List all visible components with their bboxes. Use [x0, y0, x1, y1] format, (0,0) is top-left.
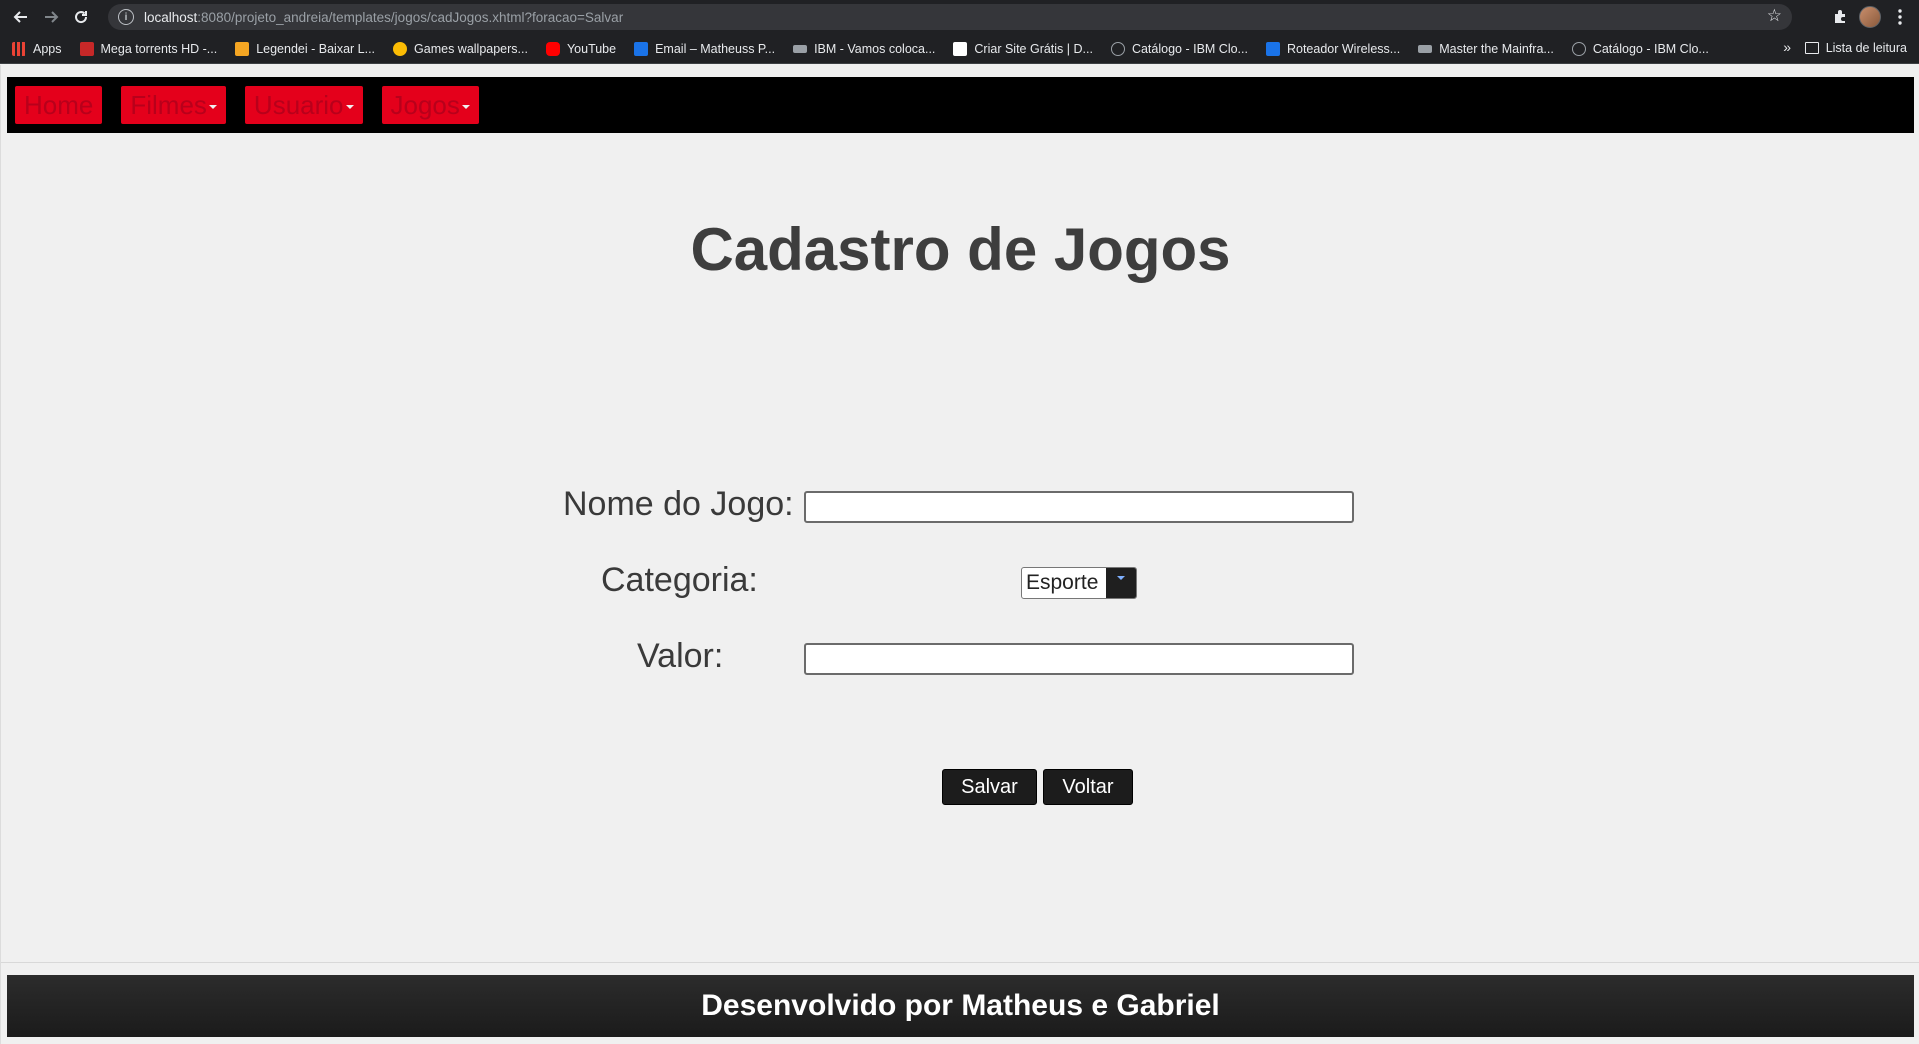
bookmark-item[interactable]: Catálogo - IBM Clo...	[1571, 41, 1709, 56]
address-bar[interactable]: i localhost:8080/projeto_andreia/templat…	[108, 4, 1792, 30]
bookmark-item[interactable]: YouTube	[545, 41, 616, 56]
menu-filmes[interactable]: Filmes	[121, 86, 226, 124]
nome-label: Nome do Jogo:	[563, 485, 794, 523]
nome-input[interactable]	[804, 491, 1354, 523]
bookmark-item[interactable]: Email – Matheuss P...	[634, 41, 775, 56]
back-arrow-icon[interactable]	[6, 2, 36, 32]
reading-list-icon	[1804, 42, 1819, 54]
browser-toolbar: i localhost:8080/projeto_andreia/templat…	[0, 0, 1919, 34]
youtube-icon	[545, 41, 560, 56]
site-info-icon[interactable]: i	[118, 9, 134, 25]
reload-icon[interactable]	[66, 2, 96, 32]
bookmark-item[interactable]: Criar Site Grátis | D...	[953, 41, 1093, 56]
apps-grid-icon	[12, 41, 26, 56]
bookmark-item[interactable]: Apps	[12, 41, 62, 56]
menu-home[interactable]: Home	[15, 86, 103, 124]
dropdown-caret-icon	[345, 105, 354, 109]
page-title: Cadastro de Jogos	[690, 216, 1231, 283]
favicon-icon	[1418, 44, 1433, 53]
bookmark-item[interactable]: Roteador Wireless...	[1265, 41, 1400, 56]
page-viewport: Home Filmes Usuario Jogos Cadastro de Jo…	[0, 65, 1919, 1044]
cloud-icon	[1571, 41, 1586, 56]
favicon-icon	[393, 41, 408, 56]
extensions-icon[interactable]	[1825, 2, 1855, 32]
dropdown-caret-icon	[208, 105, 217, 109]
bookmark-star-icon[interactable]: ☆	[1767, 6, 1782, 26]
valor-input[interactable]	[804, 643, 1354, 675]
bookmark-item[interactable]: Mega torrents HD -...	[79, 41, 217, 56]
categoria-selected-value: Esporte	[1026, 571, 1099, 594]
outlook-icon	[634, 41, 649, 56]
menu-usuario[interactable]: Usuario	[244, 86, 363, 124]
url-path: :8080/projeto_andreia/templates/jogos/ca…	[197, 9, 624, 25]
save-button[interactable]: Salvar	[942, 769, 1037, 805]
dropdown-caret-icon	[461, 105, 470, 109]
page-footer: Desenvolvido por Matheus e Gabriel	[7, 975, 1914, 1037]
profile-avatar[interactable]	[1855, 2, 1885, 32]
reading-list-button[interactable]: Lista de leitura	[1804, 41, 1907, 55]
favicon-icon	[793, 44, 808, 53]
favicon-icon	[235, 41, 250, 56]
app-menubar: Home Filmes Usuario Jogos	[7, 77, 1914, 133]
bookmark-item[interactable]: Catálogo - IBM Clo...	[1110, 41, 1248, 56]
back-button[interactable]: Voltar	[1043, 769, 1133, 805]
toolbar-actions	[1825, 0, 1919, 34]
bookmark-item[interactable]: Games wallpapers...	[393, 41, 528, 56]
forward-arrow-icon[interactable]	[36, 2, 66, 32]
favicon-icon	[1265, 41, 1280, 56]
valor-label: Valor:	[637, 637, 724, 675]
favicon-icon	[79, 41, 94, 56]
categoria-select[interactable]: Esporte	[1021, 567, 1137, 599]
wix-icon	[953, 41, 968, 56]
cloud-icon	[1110, 41, 1125, 56]
bookmark-item[interactable]: IBM - Vamos coloca...	[793, 42, 935, 56]
categoria-label: Categoria:	[601, 561, 758, 599]
divider	[1, 962, 1919, 963]
more-bookmarks-icon[interactable]: »	[1783, 39, 1791, 55]
bookmark-item[interactable]: Master the Mainfra...	[1418, 42, 1554, 56]
bookmarks-bar: Apps Mega torrents HD -... Legendei - Ba…	[0, 34, 1919, 64]
menu-kebab-icon[interactable]	[1885, 2, 1915, 32]
footer-text: Desenvolvido por Matheus e Gabriel	[701, 989, 1220, 1022]
url-host: localhost	[144, 9, 198, 25]
bookmark-item[interactable]: Legendei - Baixar L...	[235, 41, 375, 56]
dropdown-arrow-icon[interactable]	[1106, 568, 1136, 598]
menu-jogos[interactable]: Jogos	[381, 86, 479, 124]
